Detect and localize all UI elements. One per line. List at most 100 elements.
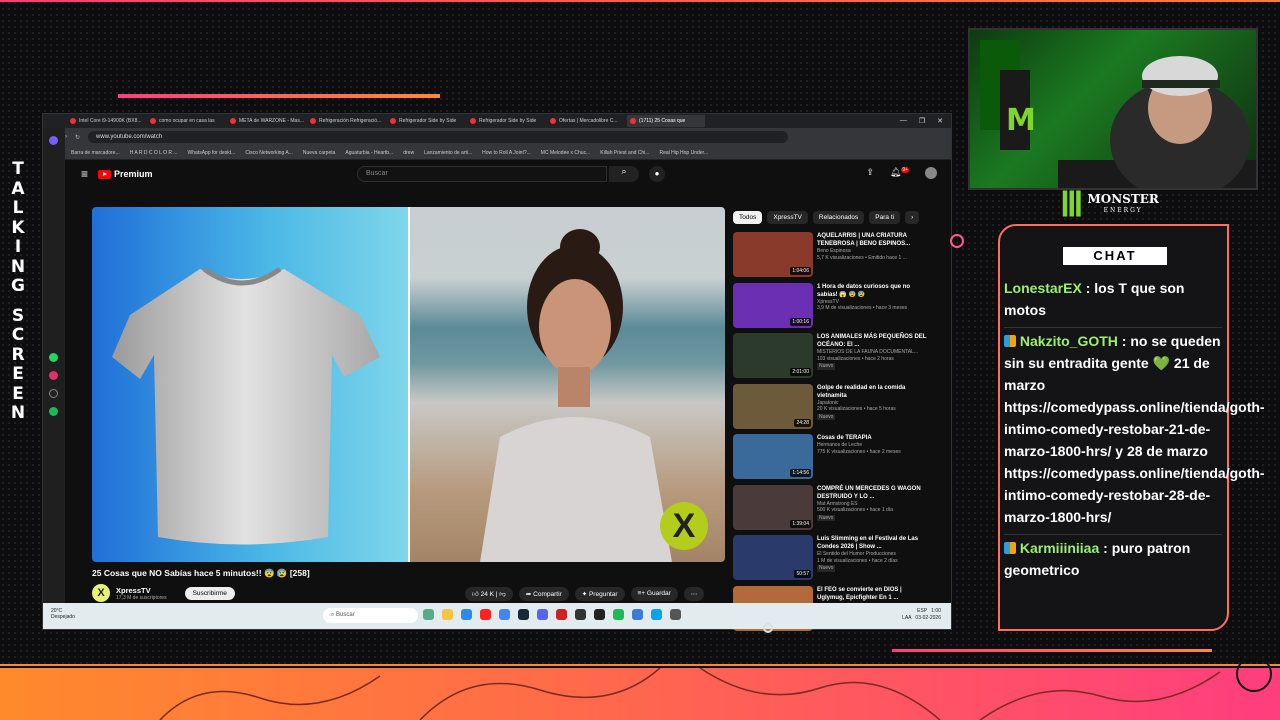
filter-chip[interactable]: Relacionados	[812, 211, 865, 224]
more-actions-icon[interactable]: ⋯	[683, 587, 705, 601]
whatsapp-icon[interactable]	[49, 353, 58, 362]
forward-icon[interactable]: ›	[65, 134, 67, 140]
app2-icon[interactable]	[632, 609, 643, 620]
related-title[interactable]: COMPRÉ UN MERCEDES G WAGON DESTRUIDO Y L…	[817, 485, 927, 501]
list-item[interactable]: 24:28 Golpe de realidad en la comida viet…	[733, 383, 933, 433]
capcut-icon[interactable]	[594, 609, 605, 620]
sidebar-home-icon[interactable]	[49, 136, 58, 145]
filter-chip[interactable]: Para ti	[869, 211, 901, 224]
browser-tab[interactable]: Refrigerador Side by Side	[387, 115, 465, 127]
chrome-icon[interactable]	[499, 609, 510, 620]
like-button[interactable]: 👍︎ 24 K | 👎︎	[465, 587, 513, 601]
system-tray[interactable]: ESP 1:00 LAA 03-02-2026	[902, 608, 941, 622]
tiktok-icon[interactable]	[49, 389, 58, 398]
bookmark-item[interactable]: H A R D C O L O R ...	[130, 150, 178, 156]
video-thumbnail[interactable]: 1:14:56	[733, 434, 813, 479]
related-title[interactable]: Luis Slimming en el Festival de Las Cond…	[817, 535, 927, 551]
chat-username[interactable]: Karmiiiniiaa	[1020, 540, 1099, 556]
youtube-logo[interactable]: Premium	[98, 169, 153, 179]
bookmark-item[interactable]: Real Hip Hop Under...	[659, 150, 708, 156]
chat-username[interactable]: Nakzito_GOTH	[1020, 333, 1118, 349]
search-icon[interactable]: ⌕	[609, 166, 639, 182]
bookmark-item[interactable]: drew	[403, 150, 414, 156]
bookmark-item[interactable]: Aguaturbia - Heartb...	[345, 150, 393, 156]
bookmark-item[interactable]: Lanzamiento de arti...	[424, 150, 472, 156]
bookmark-item[interactable]: Cisco Networking A...	[245, 150, 293, 156]
task-view-icon[interactable]	[423, 609, 434, 620]
discord-icon[interactable]	[537, 609, 548, 620]
video-thumbnail[interactable]: 1:00:16	[733, 282, 813, 328]
app3-icon[interactable]	[651, 609, 662, 620]
spotify-task-icon[interactable]	[613, 609, 624, 620]
list-item[interactable]: 1:39:04 COMPRÉ UN MERCEDES G WAGON DESTRU…	[733, 484, 933, 534]
browser-tab[interactable]: Ofertas | Mercadolibre C...	[547, 115, 625, 127]
opera-icon[interactable]	[480, 609, 491, 620]
save-button[interactable]: ≡+ Guardar	[630, 587, 678, 601]
weather-widget[interactable]: 20°C Despejado	[51, 608, 75, 620]
store-icon[interactable]	[461, 609, 472, 620]
related-title[interactable]: LOS ANIMALES MÁS PEQUEÑOS DEL OCÉANO: El…	[817, 333, 927, 349]
steam-icon[interactable]	[518, 609, 529, 620]
url-field[interactable]: www.youtube.com/watch	[88, 131, 789, 143]
spotify-icon[interactable]	[49, 407, 58, 416]
app-icon[interactable]	[556, 609, 567, 620]
video-player[interactable]: X	[92, 207, 725, 562]
browser-tab[interactable]: Refrigerador Side by Side	[467, 115, 545, 127]
instagram-icon[interactable]	[49, 371, 58, 380]
related-title[interactable]: 1 Hora de datos curiosos que no sabías! …	[817, 283, 927, 299]
chat-badge-icon	[1004, 335, 1016, 347]
browser-tab[interactable]: META de WARZONE - Mas...	[227, 115, 305, 127]
subscribe-button[interactable]: Suscribirme	[184, 586, 235, 600]
bookmark-item[interactable]: How to Roll A Joint?...	[482, 150, 531, 156]
epic-icon[interactable]	[575, 609, 586, 620]
related-channel[interactable]: MISTERIOS DE LA FAUNA DOCUMENTAL...	[817, 349, 927, 356]
browser-tab[interactable]: (1711) 25 Cosas que	[627, 115, 705, 127]
filter-chip[interactable]: XpressTV	[767, 211, 808, 224]
maximize-icon[interactable]: ❐	[919, 117, 925, 125]
reload-icon[interactable]: ↻	[75, 134, 80, 141]
chevron-right-icon[interactable]: ›	[905, 211, 920, 224]
related-title[interactable]: Cosas de TERAPIA	[817, 434, 927, 442]
obs-icon[interactable]	[670, 609, 681, 620]
bookmark-item[interactable]: WhatsApp for deskt...	[188, 150, 236, 156]
avatar[interactable]	[925, 167, 937, 179]
list-item[interactable]: 1:14:56 Cosas de TERAPIA Hermanos de Leche…	[733, 434, 933, 483]
file-explorer-icon[interactable]	[442, 609, 453, 620]
video-thumbnail[interactable]: 1:39:04	[733, 484, 813, 530]
browser-tab[interactable]: como ocupar en casa las	[147, 115, 225, 127]
filter-chip[interactable]: Todos	[733, 211, 763, 224]
bookmark-item[interactable]: MC Melodee x Chuc...	[541, 150, 590, 156]
video-thumbnail[interactable]: 50:57	[733, 535, 813, 580]
list-item[interactable]: 1:04:06 AQUELARRIS | UNA CRIATURA TENEBRO…	[733, 232, 933, 281]
related-title[interactable]: Golpe de realidad en la comida vietnamit…	[817, 384, 927, 400]
window-controls[interactable]: — ❐ ✕	[900, 117, 951, 125]
bookmark-item[interactable]: Killah Priest and Chi...	[600, 150, 649, 156]
close-icon[interactable]: ✕	[937, 117, 943, 125]
channel-name[interactable]: XpressTV	[116, 586, 167, 595]
bookmark-item[interactable]: Barra de marcadore...	[71, 150, 120, 156]
related-title[interactable]: AQUELARRIS | UNA CRIATURA TENEBROSA | BE…	[817, 232, 927, 248]
create-icon[interactable]: ⇪	[866, 167, 874, 179]
mic-icon[interactable]: ●	[649, 166, 665, 182]
weather-text: Despejado	[51, 614, 75, 620]
list-item[interactable]: 1:00:16 1 Hora de datos curiosos que no s…	[733, 282, 933, 332]
video-thumbnail[interactable]: 24:28	[733, 383, 813, 429]
menu-icon[interactable]: ≡	[81, 167, 88, 181]
cursor-dot	[763, 623, 773, 633]
video-thumbnail[interactable]: 2:01:00	[733, 333, 813, 378]
minimize-icon[interactable]: —	[900, 117, 907, 125]
video-thumbnail[interactable]: 1:04:06	[733, 232, 813, 277]
taskbar-search[interactable]: ⌕ Buscar	[323, 608, 418, 623]
bell-icon[interactable]: 🔔︎9+	[890, 167, 909, 179]
browser-tab[interactable]: Refrigeración Refrigeració...	[307, 115, 385, 127]
bookmark-item[interactable]: Nueva carpeta	[303, 150, 336, 156]
list-item[interactable]: 2:01:00 LOS ANIMALES MÁS PEQUEÑOS DEL OCÉ…	[733, 333, 933, 382]
list-item[interactable]: 50:57 Luis Slimming en el Festival de Las…	[733, 535, 933, 584]
related-title[interactable]: El FEO se convierte en DIOS | Uglymug, E…	[817, 586, 927, 602]
search-input[interactable]: Buscar	[357, 166, 607, 182]
browser-tab[interactable]: Intel Core i9-14900K (BX8...	[67, 115, 145, 127]
ask-button[interactable]: ✦ Preguntar	[574, 587, 625, 601]
share-button[interactable]: ➦ Compartir	[518, 587, 569, 601]
chat-username[interactable]: LonestarEX	[1004, 280, 1082, 296]
channel-avatar[interactable]: X	[92, 584, 110, 602]
